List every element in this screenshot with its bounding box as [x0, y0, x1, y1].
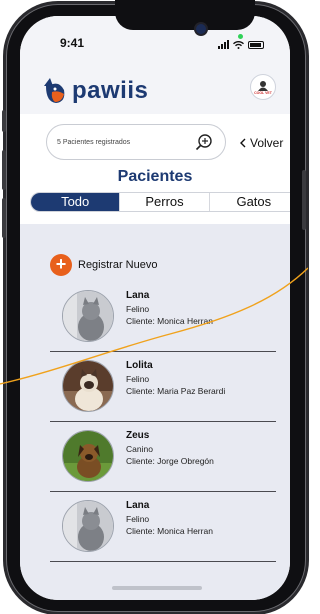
- camera-indicator-dot: [238, 34, 243, 39]
- register-new-label: Registrar Nuevo: [78, 259, 158, 271]
- patient-species: Felino: [126, 374, 150, 384]
- status-time: 9:41: [60, 36, 85, 50]
- plus-icon: +: [50, 254, 72, 276]
- signal-icon: [218, 40, 229, 49]
- patient-info: Zeus Canino Cliente: Jorge Obregón: [126, 430, 214, 467]
- tab-perros[interactable]: Perros: [120, 193, 210, 211]
- patient-name: Lana: [126, 290, 150, 301]
- clinic-badge[interactable]: COOL VET: [250, 74, 276, 100]
- patient-avatar: [62, 500, 114, 552]
- patient-client: Cliente: Maria Paz Berardi: [126, 386, 226, 396]
- patient-info: Lolita Felino Cliente: Maria Paz Berardi: [126, 360, 225, 397]
- patient-name: Zeus: [126, 430, 150, 441]
- tab-gatos[interactable]: Gatos: [209, 193, 290, 211]
- volume-up-button: [2, 150, 6, 190]
- patient-avatar: [62, 360, 114, 412]
- patient-card[interactable]: Lolita Felino Cliente: Maria Paz Berardi: [50, 354, 276, 422]
- brand-logo[interactable]: pawiis: [40, 76, 148, 106]
- patient-client: Cliente: Monica Herran: [126, 526, 213, 536]
- patient-card[interactable]: Zeus Canino Cliente: Jorge Obregón: [50, 424, 276, 492]
- camera-icon: [196, 24, 206, 34]
- patient-species: Felino: [126, 514, 150, 524]
- patient-species: Felino: [126, 304, 150, 314]
- patient-client: Cliente: Jorge Obregón: [126, 456, 214, 466]
- patient-avatar: [62, 290, 114, 342]
- page-title: Pacientes: [117, 168, 193, 185]
- search-icon[interactable]: [195, 133, 213, 151]
- patient-info: Lana Felino Cliente: Monica Herran: [126, 290, 213, 327]
- patient-client: Cliente: Monica Herran: [126, 316, 213, 326]
- home-indicator[interactable]: [112, 586, 202, 590]
- wifi-icon: [233, 41, 244, 49]
- search-field[interactable]: 5 Pacientes registrados: [46, 124, 226, 160]
- brand-name: pawiis: [72, 77, 149, 104]
- back-label: Volver: [250, 136, 284, 150]
- clinic-badge-text: COOL VET: [254, 90, 272, 95]
- mute-switch: [2, 110, 6, 132]
- phone-notch: [115, 0, 255, 30]
- power-button: [302, 170, 306, 230]
- patient-info: Lana Felino Cliente: Monica Herran: [126, 500, 213, 537]
- tab-todo[interactable]: Todo: [31, 193, 121, 211]
- dog-logo-icon: [44, 78, 65, 103]
- filter-tabs: Todo Perros Gatos: [30, 192, 290, 212]
- top-panel: 5 Pacientes registrados Volver Pacientes…: [20, 114, 290, 224]
- status-icons: [218, 40, 264, 49]
- patient-name: Lolita: [126, 360, 153, 371]
- battery-icon: [248, 41, 264, 49]
- patient-species: Canino: [126, 444, 153, 454]
- patient-avatar: [62, 430, 114, 482]
- phone-screen: 9:41 pawiis COOL VET 5 Pacientes registr…: [20, 16, 290, 600]
- chevron-left-icon: [240, 138, 246, 148]
- volume-down-button: [2, 198, 6, 238]
- patient-name: Lana: [126, 500, 150, 511]
- back-button[interactable]: Volver: [240, 136, 283, 150]
- register-new-button[interactable]: + Registrar Nuevo: [50, 254, 157, 276]
- search-placeholder: 5 Pacientes registrados: [57, 138, 131, 146]
- app-header: pawiis COOL VET: [20, 56, 290, 114]
- patient-card[interactable]: Lana Felino Cliente: Monica Herran: [50, 494, 276, 562]
- patient-card[interactable]: Lana Felino Cliente: Monica Herran: [50, 284, 276, 352]
